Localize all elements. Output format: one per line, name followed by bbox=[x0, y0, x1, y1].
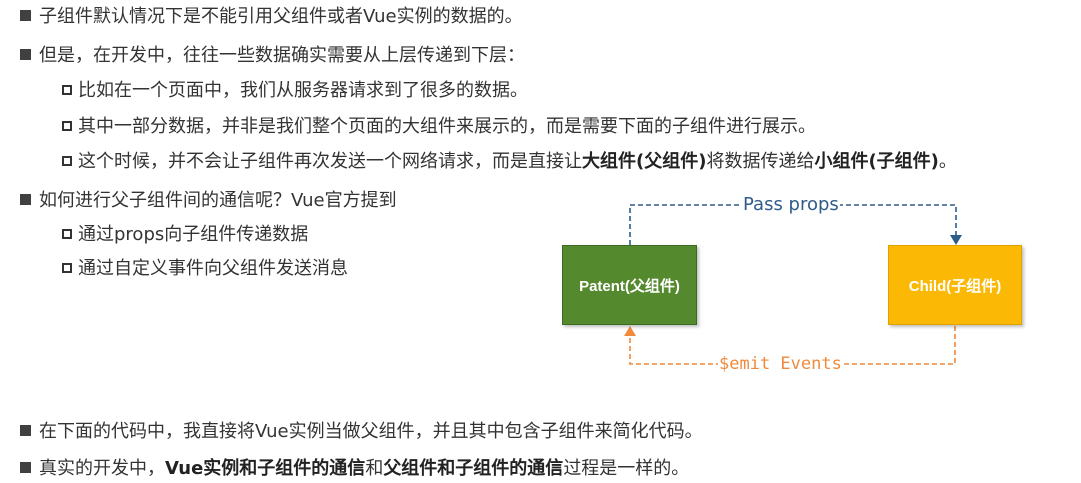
bullet-line-4: 在下面的代码中，我直接将Vue实例当做父组件，并且其中包含子组件来简化代码。 bbox=[20, 419, 703, 445]
props-arrowhead-icon bbox=[950, 235, 962, 245]
bold-text: 父组件和子组件的通信 bbox=[383, 458, 564, 479]
child-component-label: Child(子组件) bbox=[908, 277, 1002, 295]
square-bullet-icon bbox=[20, 462, 31, 473]
bullet-text: 真实的开发中， bbox=[39, 458, 165, 479]
parent-component-label: Patent(父组件) bbox=[579, 277, 680, 295]
pass-props-label: Pass props bbox=[742, 194, 840, 216]
bullet-text: 和 bbox=[365, 458, 384, 479]
communication-diagram bbox=[624, 204, 962, 365]
bullet-text: 在下面的代码中，我直接将Vue实例当做父组件，并且其中包含子组件来简化代码。 bbox=[39, 421, 703, 442]
bold-text: Vue实例和子组件的通信 bbox=[165, 458, 366, 479]
bullet-line-5: 真实的开发中，Vue实例和子组件的通信和父组件和子组件的通信过程是一样的。 bbox=[20, 456, 689, 482]
child-component-box: Child(子组件) bbox=[888, 245, 1022, 325]
parent-component-box: Patent(父组件) bbox=[562, 245, 697, 325]
square-bullet-icon bbox=[20, 425, 31, 436]
emit-events-label: $emit Events bbox=[718, 353, 843, 375]
emit-arrowhead-icon bbox=[624, 326, 636, 336]
bullet-text: 过程是一样的。 bbox=[563, 458, 690, 479]
